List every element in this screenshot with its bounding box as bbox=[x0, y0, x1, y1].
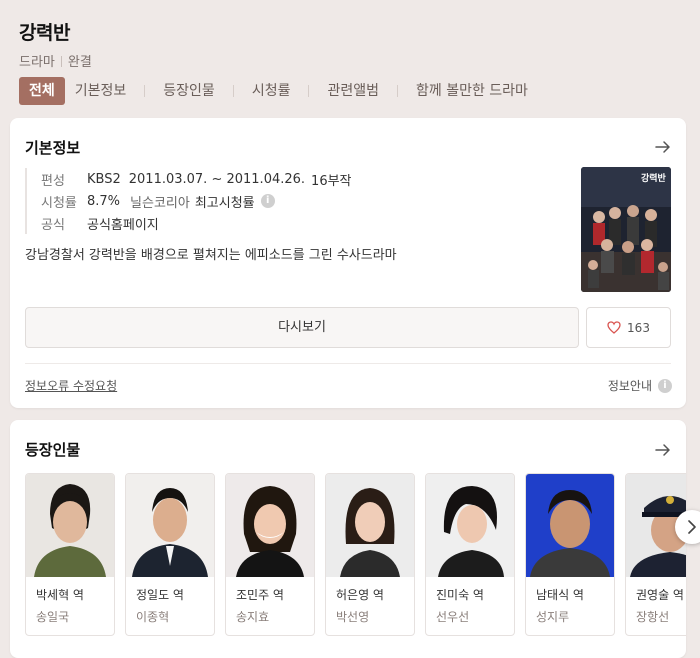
actor-name: 송지효 bbox=[236, 610, 270, 624]
arrow-right-icon[interactable] bbox=[654, 138, 672, 156]
heart-icon bbox=[607, 321, 621, 334]
cast-card: 등장인물 박세혁 역 송일국 정일도 역 이종혁 조민주 역 송지효 허은영 역… bbox=[10, 420, 700, 658]
drama-description: 강남경찰서 강력반을 배경으로 펼쳐지는 에피소드를 그린 수사드라마 bbox=[25, 248, 397, 263]
role-name: 박세혁 역 bbox=[36, 588, 84, 602]
chevron-right-icon bbox=[688, 520, 696, 534]
episode-count: 16부작 bbox=[311, 173, 352, 189]
actor-photo bbox=[526, 474, 614, 577]
actor-name: 박선영 bbox=[336, 610, 370, 624]
rewatch-button[interactable]: 다시보기 bbox=[25, 307, 579, 348]
tab-divider bbox=[144, 85, 146, 97]
info-icon[interactable]: i bbox=[260, 194, 275, 208]
basic-info-card: 기본정보 편성 KBS2 2011.03.07. ~ 2011.04.26. 1… bbox=[10, 118, 686, 408]
meta-line: 드라마 완결 bbox=[19, 51, 92, 70]
info-icon: i bbox=[658, 378, 672, 393]
like-count: 163 bbox=[627, 320, 650, 335]
actor-name: 이종혁 bbox=[136, 610, 170, 624]
arrow-right-icon[interactable] bbox=[654, 441, 672, 459]
info-guide[interactable]: 정보안내 i bbox=[608, 377, 672, 394]
rating-row: 시청률 8.7% 닐슨코리아 최고시청률 i bbox=[41, 190, 555, 212]
cast-member[interactable]: 정일도 역 이종혁 bbox=[125, 473, 215, 636]
poster-title: 강력반 bbox=[641, 172, 667, 184]
page-title: 강력반 bbox=[19, 22, 70, 44]
actor-photo bbox=[126, 474, 214, 577]
channel-link[interactable]: KBS2 bbox=[87, 172, 121, 187]
official-row: 공식 공식홈페이지 bbox=[41, 212, 555, 234]
broadcast-label: 편성 bbox=[41, 173, 65, 189]
cast-member[interactable]: 조민주 역 송지효 bbox=[225, 473, 315, 636]
role-name: 권영술 역 bbox=[636, 588, 684, 602]
role-name: 조민주 역 bbox=[236, 588, 284, 602]
cast-member[interactable]: 진미숙 역 선우선 bbox=[425, 473, 515, 636]
drama-poster[interactable]: 강력반 bbox=[581, 167, 671, 292]
header: 강력반 드라마 완결 전체 기본정보 등장인물 시청률 관련앨범 함께 볼만한 드… bbox=[0, 0, 700, 110]
actor-photo bbox=[226, 474, 314, 577]
tab-all[interactable]: 전체 bbox=[19, 77, 65, 105]
actor-name: 성지루 bbox=[536, 610, 570, 624]
tab-divider bbox=[308, 85, 310, 97]
actor-photo bbox=[26, 474, 114, 577]
actor-name: 장항선 bbox=[636, 610, 670, 624]
tab-divider bbox=[397, 85, 398, 97]
role-name: 남태식 역 bbox=[536, 588, 584, 602]
report-error-link[interactable]: 정보오류 수정요청 bbox=[25, 377, 117, 394]
tab-ratings[interactable]: 시청률 bbox=[242, 77, 301, 105]
cast-member[interactable]: 허은영 역 박선영 bbox=[325, 473, 415, 636]
cast-member[interactable]: 남태식 역 성지루 bbox=[525, 473, 615, 636]
status-text: 완결 bbox=[67, 55, 92, 70]
actor-name: 송일국 bbox=[36, 610, 70, 624]
official-label: 공식 bbox=[41, 217, 65, 233]
official-homepage-link[interactable]: 공식홈페이지 bbox=[87, 214, 159, 233]
rating-label: 시청률 bbox=[41, 195, 77, 211]
rating-source: 닐슨코리아 bbox=[130, 195, 190, 211]
role-name: 진미숙 역 bbox=[436, 588, 484, 602]
genre-text: 드라마 bbox=[19, 55, 55, 70]
actor-name: 선우선 bbox=[436, 610, 470, 624]
tab-basic-info[interactable]: 기본정보 bbox=[65, 77, 137, 105]
tab-cast[interactable]: 등장인물 bbox=[153, 77, 225, 105]
tab-albums[interactable]: 관련앨범 bbox=[317, 77, 389, 105]
actor-photo bbox=[326, 474, 414, 577]
cast-list: 박세혁 역 송일국 정일도 역 이종혁 조민주 역 송지효 허은영 역 박선영 … bbox=[25, 473, 686, 636]
cast-member[interactable]: 권영술 역 장항선 bbox=[625, 473, 686, 636]
broadcast-row: 편성 KBS2 2011.03.07. ~ 2011.04.26. 16부작 bbox=[41, 168, 555, 190]
cast-title: 등장인물 bbox=[25, 441, 81, 459]
role-name: 허은영 역 bbox=[336, 588, 384, 602]
cast-member[interactable]: 박세혁 역 송일국 bbox=[25, 473, 115, 636]
meta-divider bbox=[60, 56, 62, 67]
role-name: 정일도 역 bbox=[136, 588, 184, 602]
tab-divider bbox=[232, 85, 234, 97]
divider bbox=[25, 363, 671, 364]
rating-type: 최고시청률 bbox=[194, 195, 255, 211]
actor-photo bbox=[426, 474, 514, 577]
tab-related-dramas[interactable]: 함께 볼만한 드라마 bbox=[406, 77, 538, 105]
info-guide-label: 정보안내 bbox=[607, 379, 652, 393]
like-button[interactable]: 163 bbox=[586, 307, 671, 348]
info-list: 편성 KBS2 2011.03.07. ~ 2011.04.26. 16부작 시… bbox=[25, 168, 555, 234]
tab-bar: 전체 기본정보 등장인물 시청률 관련앨범 함께 볼만한 드라마 bbox=[19, 77, 538, 105]
rating-value: 8.7% bbox=[87, 193, 121, 209]
basic-info-title: 기본정보 bbox=[25, 139, 81, 157]
broadcast-period: 2011.03.07. ~ 2011.04.26. bbox=[128, 171, 306, 187]
